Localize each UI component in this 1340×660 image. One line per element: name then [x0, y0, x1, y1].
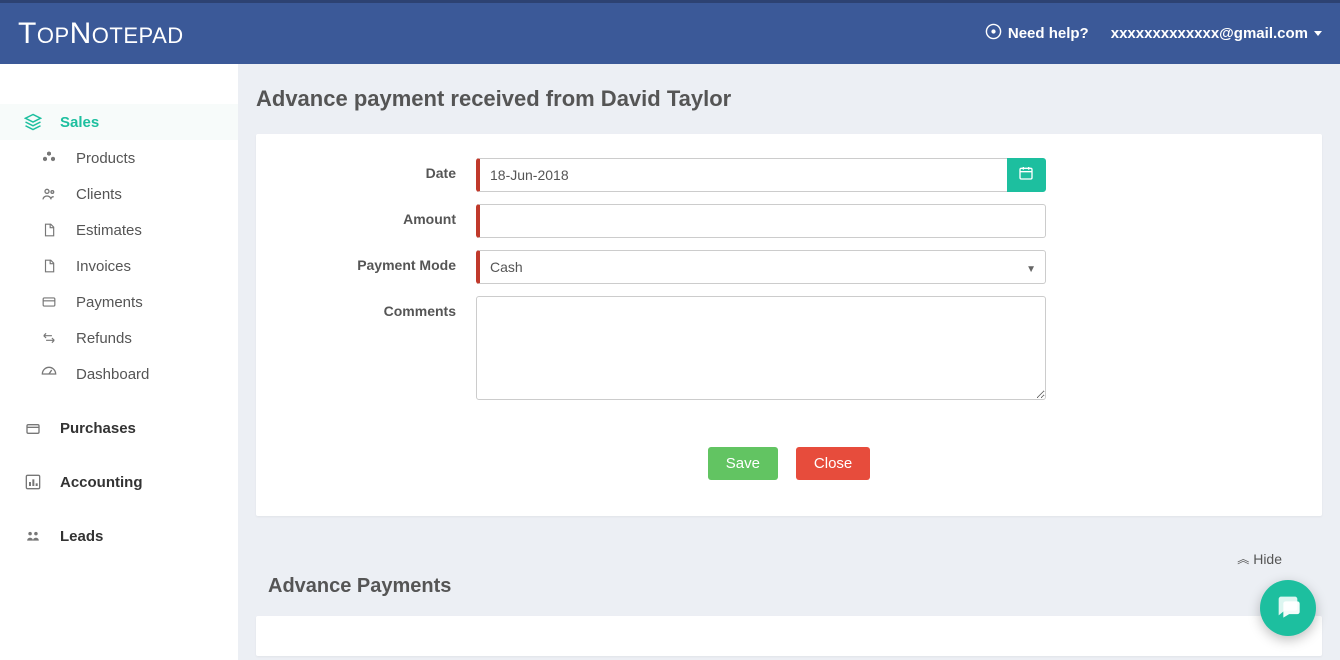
hide-toggle[interactable]: ︽ Hide [1237, 550, 1282, 567]
sidebar-item-refunds[interactable]: Refunds [0, 320, 238, 356]
dashboard-icon [40, 365, 58, 383]
sidebar-item-label: Refunds [76, 330, 132, 347]
refunds-icon [40, 329, 58, 347]
layers-icon [24, 113, 42, 131]
chevron-down-icon [1314, 31, 1322, 36]
amount-input[interactable] [476, 204, 1046, 238]
comments-textarea[interactable] [476, 296, 1046, 400]
chat-fab[interactable] [1260, 580, 1316, 636]
hide-label: Hide [1253, 551, 1282, 567]
chat-icon [1274, 592, 1302, 625]
topbar-right: Need help? xxxxxxxxxxxxx@gmail.com [985, 23, 1322, 44]
sidebar-item-label: Payments [76, 294, 143, 311]
main-content: Advance payment received from David Tayl… [238, 64, 1340, 660]
label-date: Date [296, 158, 476, 181]
invoice-icon [40, 257, 58, 275]
row-payment-mode: Payment Mode Cash ▼ [296, 250, 1282, 284]
leads-icon [24, 527, 42, 545]
topbar: TopNotepad Need help? xxxxxxxxxxxxx@gmai… [0, 0, 1340, 64]
help-icon [985, 23, 1002, 44]
user-menu[interactable]: xxxxxxxxxxxxx@gmail.com [1111, 25, 1322, 42]
calendar-icon [1018, 165, 1034, 186]
card-icon [40, 293, 58, 311]
sidebar-item-label: Clients [76, 186, 122, 203]
date-picker-button[interactable] [1007, 158, 1046, 192]
page-body: Sales Products Clients Estimates Invoice… [0, 64, 1340, 660]
sidebar-item-dashboard[interactable]: Dashboard [0, 356, 238, 392]
section-title-advance-payments: Advance Payments [256, 575, 1322, 598]
logo[interactable]: TopNotepad [18, 17, 184, 51]
sidebar-item-invoices[interactable]: Invoices [0, 248, 238, 284]
sidebar-item-estimates[interactable]: Estimates [0, 212, 238, 248]
sidebar-item-label: Sales [60, 114, 99, 131]
clients-icon [40, 185, 58, 203]
lower-panel-header: ︽ Hide [256, 550, 1322, 567]
purchases-icon [24, 419, 42, 437]
cubes-icon [40, 149, 58, 167]
label-payment-mode: Payment Mode [296, 250, 476, 273]
sidebar-item-label: Accounting [60, 474, 143, 491]
row-amount: Amount [296, 204, 1282, 238]
help-label: Need help? [1008, 25, 1089, 42]
bar-chart-icon [24, 473, 42, 491]
file-icon [40, 221, 58, 239]
advance-payments-card [256, 616, 1322, 656]
label-amount: Amount [296, 204, 476, 227]
sidebar-item-label: Leads [60, 528, 103, 545]
row-date: Date [296, 158, 1282, 192]
sidebar-item-label: Dashboard [76, 366, 149, 383]
sidebar-item-clients[interactable]: Clients [0, 176, 238, 212]
chevron-up-icon: ︽ [1237, 550, 1249, 567]
form-buttons: Save Close [296, 447, 1282, 480]
label-comments: Comments [296, 296, 476, 319]
sidebar-item-products[interactable]: Products [0, 140, 238, 176]
row-comments: Comments [296, 296, 1282, 405]
sidebar: Sales Products Clients Estimates Invoice… [0, 64, 238, 660]
sidebar-item-label: Products [76, 150, 135, 167]
user-email: xxxxxxxxxxxxx@gmail.com [1111, 25, 1308, 42]
payment-mode-select[interactable]: Cash [476, 250, 1046, 284]
close-button[interactable]: Close [796, 447, 870, 480]
date-input[interactable] [476, 158, 1007, 192]
sidebar-item-label: Purchases [60, 420, 136, 437]
sidebar-item-label: Invoices [76, 258, 131, 275]
sidebar-item-sales[interactable]: Sales [0, 104, 238, 140]
page-title: Advance payment received from David Tayl… [256, 86, 1322, 112]
sidebar-item-accounting[interactable]: Accounting [0, 464, 238, 500]
sidebar-item-purchases[interactable]: Purchases [0, 410, 238, 446]
sidebar-item-leads[interactable]: Leads [0, 518, 238, 554]
sidebar-item-label: Estimates [76, 222, 142, 239]
save-button[interactable]: Save [708, 447, 778, 480]
help-button[interactable]: Need help? [985, 23, 1089, 44]
sidebar-item-payments[interactable]: Payments [0, 284, 238, 320]
form-card: Date Amount [256, 134, 1322, 516]
